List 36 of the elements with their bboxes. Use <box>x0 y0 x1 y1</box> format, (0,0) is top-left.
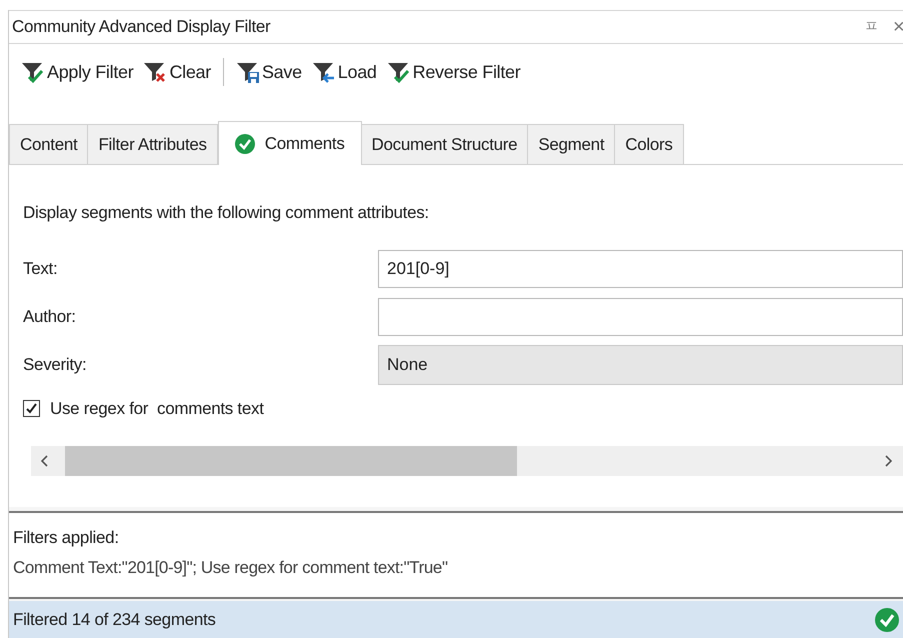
toolbar-button[interactable]: Load <box>310 56 379 88</box>
arrow-funnel-icon <box>312 60 336 84</box>
toolbar-button[interactable]: Clear <box>141 56 213 88</box>
floppy-funnel-icon <box>236 60 260 84</box>
check-funnel-icon <box>21 60 45 84</box>
scroll-right-icon[interactable] <box>884 455 892 467</box>
tab[interactable]: Colors <box>614 124 684 164</box>
scroll-left-icon[interactable] <box>41 455 49 467</box>
toolbar-button[interactable]: Save <box>234 56 304 88</box>
input-field[interactable]: 201[0-9] <box>378 250 903 288</box>
tab[interactable]: Filter Attributes <box>87 124 218 164</box>
input-field[interactable] <box>378 298 903 336</box>
window-title: Community Advanced Display Filter <box>12 16 270 38</box>
filters-summary: Comment Text:"201[0-9]"; Use regex for comment text:"True" <box>13 556 449 578</box>
horizontal-scrollbar[interactable] <box>31 446 903 476</box>
checkbox-label: Use regex for comments text <box>50 398 264 420</box>
regex-checkbox[interactable] <box>23 400 40 417</box>
check-funnel-icon <box>386 60 411 84</box>
tab[interactable]: Content <box>9 124 88 164</box>
pin-button[interactable]: ㅍ <box>864 16 879 38</box>
check-circle-icon <box>234 134 255 154</box>
instruction-text: Display segments with the following comment attributes: <box>23 202 430 224</box>
x-funnel-icon <box>143 60 168 84</box>
close-button[interactable]: × <box>893 12 903 42</box>
filters-heading: Filters applied: <box>13 527 120 549</box>
tab[interactable]: Segment <box>527 124 616 164</box>
field-label: Author: <box>23 306 77 328</box>
status-text: Filtered 14 of 234 segments <box>13 608 216 631</box>
toolbar-button[interactable]: Apply Filter <box>19 56 136 88</box>
field-label: Text: <box>23 258 58 280</box>
severity-dropdown[interactable]: None <box>378 344 903 384</box>
tab[interactable]: Comments <box>218 121 362 165</box>
field-label: Severity: <box>23 354 88 376</box>
toolbar-button[interactable]: Reverse Filter <box>384 56 522 88</box>
tab[interactable]: Document Structure <box>360 124 528 164</box>
scrollbar-thumb[interactable] <box>65 446 517 476</box>
